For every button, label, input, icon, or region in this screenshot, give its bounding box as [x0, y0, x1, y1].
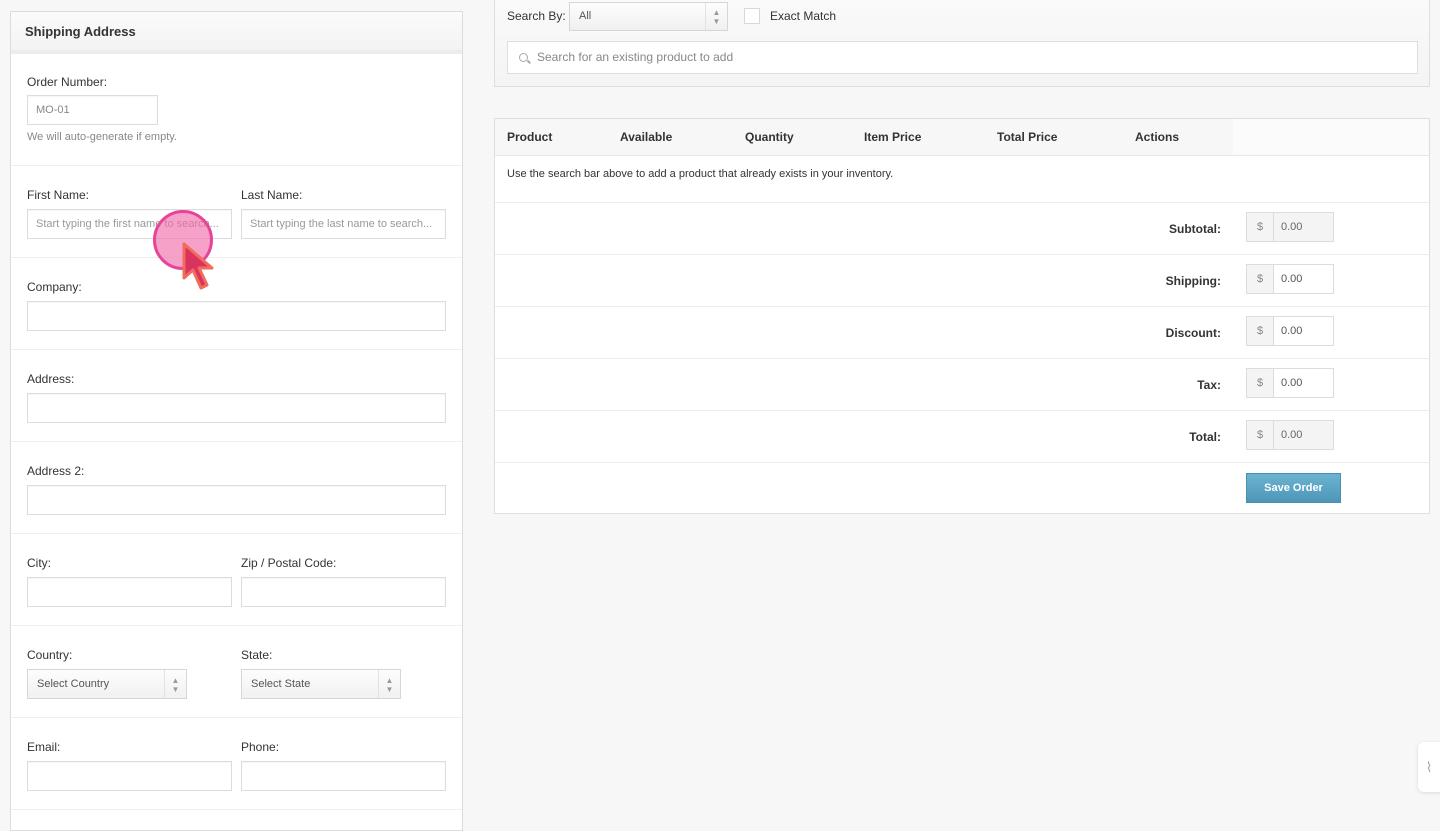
state-select[interactable]: Select State ▲ ▼ [241, 669, 401, 699]
shipping-address-panel: Shipping Address Order Number: MO-01 We … [10, 11, 463, 831]
product-search-panel: Search By: All ▲ ▼ Exact Match Search for… [494, 0, 1430, 87]
product-search-placeholder: Search for an existing product to add [537, 50, 734, 64]
shipping-label: Shipping: [1165, 274, 1221, 288]
order-number-section: Order Number: MO-01 We will auto-generat… [11, 54, 462, 166]
email-phone-section: Email: Phone: [11, 718, 462, 810]
empty-table-message: Use the search bar above to add a produc… [495, 156, 1429, 203]
totals-row-subtotal: Subtotal: $ 0.00 [495, 203, 1429, 255]
name-section: First Name: Start typing the first name … [11, 166, 462, 258]
company-section: Company: [11, 258, 462, 350]
first-name-label: First Name: [27, 188, 90, 202]
column-header-available: Available [620, 130, 673, 144]
tax-field[interactable]: $ 0.00 [1246, 368, 1334, 398]
tax-label: Tax: [1197, 378, 1221, 392]
address2-label: Address 2: [27, 464, 85, 478]
discount-value[interactable]: 0.00 [1274, 317, 1333, 345]
column-header-actions: Actions [1135, 130, 1180, 144]
select-arrows-icon: ▲ ▼ [705, 3, 727, 30]
last-name-label: Last Name: [241, 188, 303, 202]
address-label: Address: [27, 372, 75, 386]
widget-icon: ⌇ [1425, 759, 1433, 775]
discount-field[interactable]: $ 0.00 [1246, 316, 1334, 346]
company-label: Company: [27, 280, 82, 294]
totals-row-shipping: Shipping: $ 0.00 [495, 255, 1429, 307]
total-value: 0.00 [1274, 421, 1333, 449]
select-arrows-icon: ▲ ▼ [378, 670, 400, 698]
dollar-icon: $ [1247, 265, 1274, 293]
state-selected: Select State [251, 678, 311, 690]
shipping-value[interactable]: 0.00 [1274, 265, 1333, 293]
country-select[interactable]: Select Country ▲ ▼ [27, 669, 187, 699]
panel-title: Shipping Address [11, 12, 462, 54]
total-field: $ 0.00 [1246, 420, 1334, 450]
order-items-table: Product Available Quantity Item Price To… [494, 118, 1430, 514]
table-header: Product Available Quantity Item Price To… [495, 119, 1233, 156]
total-label: Total: [1189, 430, 1221, 444]
totals-row-tax: Tax: $ 0.00 [495, 359, 1429, 411]
email-input[interactable] [27, 761, 232, 791]
column-header-item-price: Item Price [864, 130, 922, 144]
country-selected: Select Country [37, 678, 110, 690]
phone-label: Phone: [241, 740, 280, 754]
city-zip-section: City: Zip / Postal Code: [11, 534, 462, 626]
address2-section: Address 2: [11, 442, 462, 534]
exact-match-label[interactable]: Exact Match [770, 9, 836, 23]
column-header-total-price: Total Price [997, 130, 1058, 144]
exact-match-checkbox[interactable] [744, 8, 760, 24]
save-order-button[interactable]: Save Order [1246, 473, 1341, 503]
zip-input[interactable] [241, 577, 446, 607]
address-input[interactable] [27, 393, 446, 423]
city-input[interactable] [27, 577, 232, 607]
zip-label: Zip / Postal Code: [241, 556, 337, 570]
column-header-quantity: Quantity [745, 130, 794, 144]
side-help-widget[interactable]: ⌇ [1418, 742, 1440, 792]
search-by-label: Search By: [507, 9, 566, 23]
totals-row-total: Total: $ 0.00 [495, 411, 1429, 463]
last-name-input[interactable]: Start typing the last name to search... [241, 209, 446, 239]
table-header-filler [1233, 119, 1429, 156]
search-by-select[interactable]: All ▲ ▼ [569, 2, 728, 31]
address2-input[interactable] [27, 485, 446, 515]
dollar-icon: $ [1247, 317, 1274, 345]
country-label: Country: [27, 648, 73, 662]
address-section: Address: [11, 350, 462, 442]
search-by-selected: All [579, 10, 592, 22]
dollar-icon: $ [1247, 213, 1274, 241]
discount-label: Discount: [1165, 326, 1221, 340]
order-number-help: We will auto-generate if empty. [27, 131, 177, 143]
totals-row-discount: Discount: $ 0.00 [495, 307, 1429, 359]
order-number-input[interactable]: MO-01 [27, 95, 158, 125]
dollar-icon: $ [1247, 369, 1274, 397]
select-arrows-icon: ▲ ▼ [164, 670, 186, 698]
save-row: Save Order [495, 463, 1429, 513]
phone-input[interactable] [241, 761, 446, 791]
country-state-section: Country: Select Country ▲ ▼ State: Select… [11, 626, 462, 718]
order-number-label: Order Number: [27, 75, 108, 89]
shipping-field[interactable]: $ 0.00 [1246, 264, 1334, 294]
subtotal-value: 0.00 [1274, 213, 1333, 241]
tax-value[interactable]: 0.00 [1274, 369, 1333, 397]
state-label: State: [241, 648, 273, 662]
company-input[interactable] [27, 301, 446, 331]
product-search-input[interactable]: Search for an existing product to add [507, 41, 1418, 74]
column-header-product: Product [507, 130, 553, 144]
city-label: City: [27, 556, 51, 570]
subtotal-label: Subtotal: [1169, 222, 1221, 236]
email-label: Email: [27, 740, 61, 754]
dollar-icon: $ [1247, 421, 1274, 449]
search-icon [519, 53, 528, 62]
subtotal-field: $ 0.00 [1246, 212, 1334, 242]
mouse-cursor-icon [182, 242, 214, 290]
